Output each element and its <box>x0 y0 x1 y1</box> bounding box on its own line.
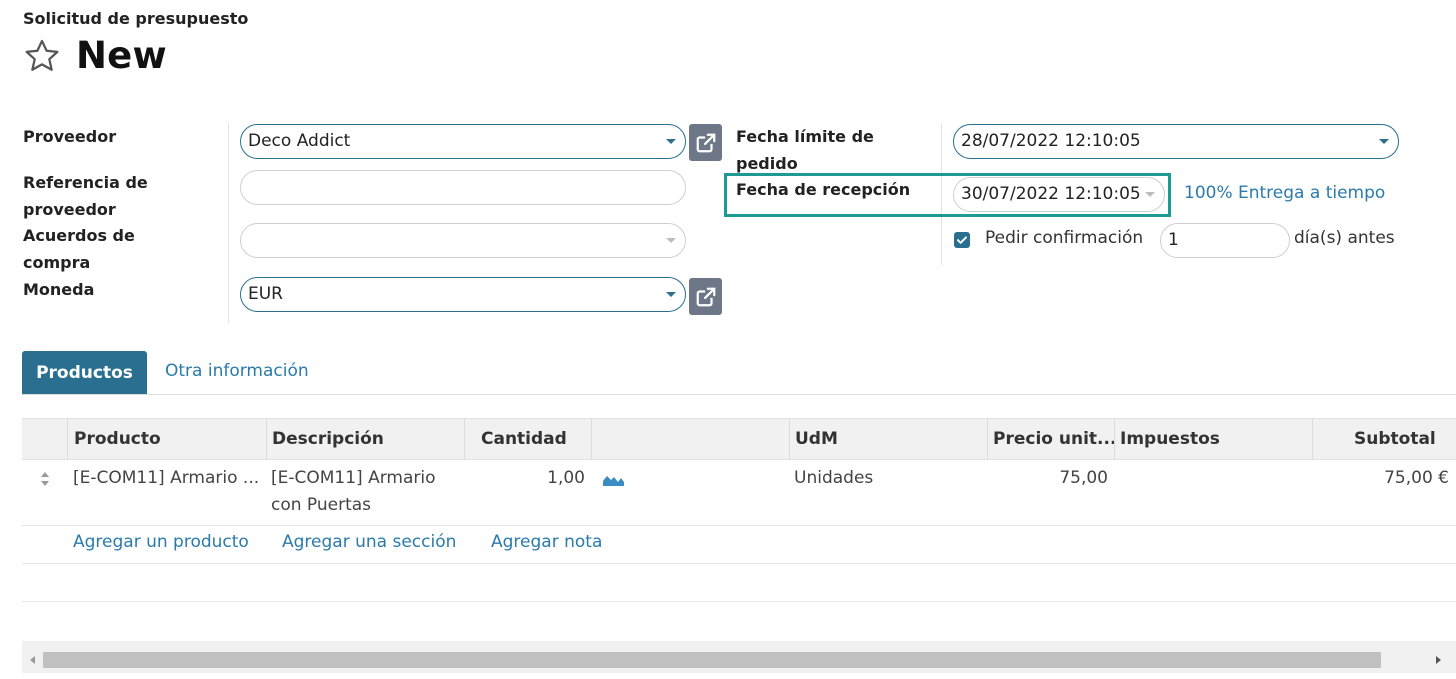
referencia-proveedor-input[interactable] <box>240 170 686 205</box>
row-descripcion-line2[interactable]: con Puertas <box>271 492 371 519</box>
row-udm[interactable]: Unidades <box>794 465 873 492</box>
proveedor-field[interactable]: Deco Addict <box>240 124 686 159</box>
fecha-recepcion-value: 30/07/2022 12:10:05 <box>961 184 1141 204</box>
page-title: New <box>76 34 167 77</box>
fecha-recepcion-field[interactable]: 30/07/2022 12:10:05 <box>953 177 1165 212</box>
acuerdos-compra-select[interactable] <box>240 223 686 258</box>
drag-handle-icon[interactable] <box>39 471 51 487</box>
acuerdos-label-line1: Acuerdos de <box>23 226 135 245</box>
add-product-link[interactable]: Agregar un producto <box>73 532 249 552</box>
external-link-icon <box>696 287 715 306</box>
fecha-recepcion-label: Fecha de recepción <box>736 180 911 199</box>
column-subtotal[interactable]: Subtotal <box>1354 419 1436 459</box>
proveedor-label: Proveedor <box>23 127 117 146</box>
referencia-label-line2: proveedor <box>23 200 116 219</box>
proveedor-external-button[interactable] <box>689 124 722 161</box>
column-cantidad[interactable]: Cantidad <box>481 419 567 459</box>
chevron-down-icon[interactable] <box>1379 139 1389 144</box>
pedir-confirmacion-label: Pedir confirmación <box>985 228 1144 248</box>
row-subtotal[interactable]: 75,00 € <box>1384 465 1449 492</box>
forecast-chart-icon[interactable] <box>603 472 624 486</box>
column-precio-unitario[interactable]: Precio unit... <box>993 419 1116 459</box>
fecha-limite-value: 28/07/2022 12:10:05 <box>961 131 1141 151</box>
breadcrumb[interactable]: Solicitud de presupuesto <box>23 9 248 28</box>
on-time-delivery-link[interactable]: 100% Entrega a tiempo <box>1184 183 1385 203</box>
add-section-link[interactable]: Agregar una sección <box>282 532 456 552</box>
tab-productos[interactable]: Productos <box>22 351 147 394</box>
chevron-down-icon[interactable] <box>1145 192 1155 197</box>
tab-divider <box>22 394 1456 395</box>
moneda-field[interactable]: EUR <box>240 277 686 312</box>
chevron-down-icon[interactable] <box>666 139 676 144</box>
row-precio[interactable]: 75,00 <box>1059 465 1108 492</box>
referencia-label-line1: Referencia de <box>23 173 148 192</box>
external-link-icon <box>696 133 715 152</box>
pedir-confirmacion-checkbox[interactable] <box>954 232 970 248</box>
add-note-link[interactable]: Agregar nota <box>491 532 602 552</box>
column-impuestos[interactable]: Impuestos <box>1120 419 1220 459</box>
row-producto[interactable]: [E-COM11] Armario ... <box>73 465 259 492</box>
dias-input[interactable]: 1 <box>1160 223 1290 258</box>
column-producto[interactable]: Producto <box>74 419 161 459</box>
scroll-right-arrow-icon[interactable] <box>1436 656 1441 664</box>
proveedor-value: Deco Addict <box>248 131 351 151</box>
fecha-limite-label-line1: Fecha límite de <box>736 127 874 146</box>
moneda-value: EUR <box>248 284 283 304</box>
fecha-limite-field[interactable]: 28/07/2022 12:10:05 <box>953 124 1399 159</box>
dias-suffix: día(s) antes <box>1294 228 1395 248</box>
row-cantidad[interactable]: 1,00 <box>547 465 585 492</box>
check-icon <box>957 236 967 244</box>
moneda-external-button[interactable] <box>689 278 722 315</box>
left-column-divider <box>228 123 229 323</box>
column-udm[interactable]: UdM <box>795 419 838 459</box>
column-descripcion[interactable]: Descripción <box>272 419 384 459</box>
scroll-left-arrow-icon[interactable] <box>30 656 35 664</box>
table-header: Producto Descripción Cantidad UdM Precio… <box>22 418 1456 460</box>
star-icon[interactable] <box>23 37 61 75</box>
acuerdos-label-line2: compra <box>23 253 91 272</box>
row-descripcion-line1[interactable]: [E-COM11] Armario <box>271 465 436 492</box>
chevron-down-icon[interactable] <box>666 292 676 297</box>
scrollbar-thumb[interactable] <box>43 652 1381 668</box>
title-row: New <box>23 34 167 77</box>
tab-otra-informacion[interactable]: Otra información <box>165 361 309 381</box>
moneda-label: Moneda <box>23 280 95 299</box>
chevron-down-icon[interactable] <box>666 238 676 243</box>
